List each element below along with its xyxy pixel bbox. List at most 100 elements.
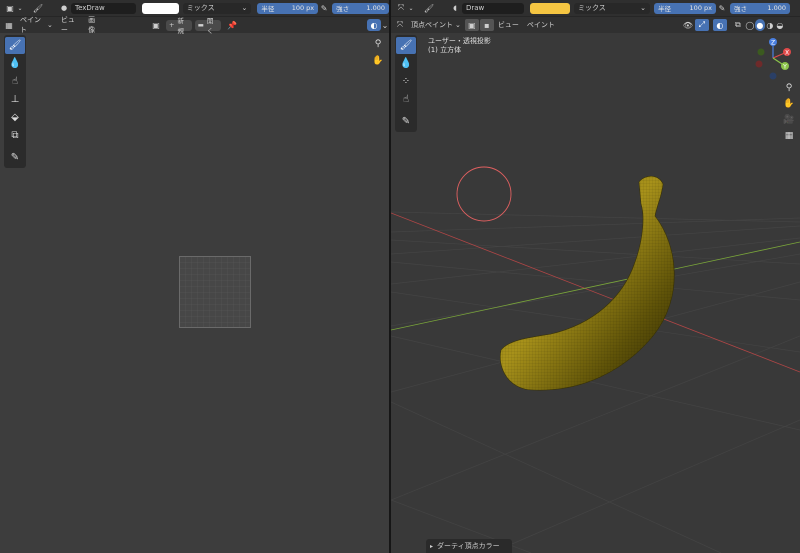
paint-brush-icon[interactable]: 🖌 xyxy=(422,2,436,14)
blend-mode-label: ミックス xyxy=(186,4,215,12)
rendered-shading-icon[interactable]: ◒ xyxy=(775,19,785,31)
tool-average[interactable]: ⁘ xyxy=(396,73,416,90)
menu-view[interactable]: ビュー xyxy=(57,16,84,34)
wireframe-shading-icon[interactable]: ◯ xyxy=(745,19,755,31)
mask-icon: ⧉ xyxy=(11,130,19,141)
mode-selector[interactable]: 頂点ペイント ⌄ xyxy=(407,19,465,31)
strength-value: 1.000 xyxy=(366,4,385,12)
gizmo-toggle-icon[interactable]: ⤢ xyxy=(694,19,709,31)
tool-annotate[interactable]: ✎ xyxy=(396,113,416,130)
chevron-down-icon[interactable]: ⌄ xyxy=(408,2,414,14)
gizmo-z-label: Z xyxy=(771,39,775,46)
editor-type-icon[interactable]: ▦ xyxy=(2,19,16,31)
blend-mode-dropdown[interactable]: ミックス ⌄ xyxy=(182,2,252,14)
mode-label: ペイント xyxy=(20,16,41,34)
gizmo-x-label: X xyxy=(785,49,789,56)
chevron-down-icon: ⌄ xyxy=(241,4,248,12)
blend-mode-dropdown[interactable]: ミックス ⌄ xyxy=(574,2,650,14)
banana-mesh[interactable] xyxy=(391,0,800,553)
right-editor-header: ⤧ 頂点ペイント ⌄ ▣ ▪ ビュー ペイント 👁 ⤢ ◐ ⧉ ◯ ● ◑ ◒ xyxy=(391,17,800,33)
drop-icon: 💧 xyxy=(8,58,22,69)
right-toolbar: 🖌 💧 ⁘ ☝ ✎ xyxy=(395,35,417,132)
menu-image[interactable]: 画像 xyxy=(84,16,105,34)
tool-blur[interactable]: 💧 xyxy=(396,55,416,72)
paint-mask-icon[interactable]: ▣ xyxy=(464,19,479,31)
radius-value: 100 px xyxy=(291,4,315,12)
folder-icon: ▬ xyxy=(197,21,204,29)
menu-paint[interactable]: ペイント xyxy=(523,19,559,31)
tool-annotate[interactable]: ✎ xyxy=(5,149,25,166)
open-image-label: 開く xyxy=(206,17,214,35)
radius-slider[interactable]: 半径 100 px xyxy=(654,2,716,14)
brush-color-swatch[interactable] xyxy=(530,2,570,14)
right-tool-settings-header: ⤧ ⌄ 🖌 ◖ Draw ミックス ⌄ 半径 100 px ✎ 強さ 1.000 xyxy=(391,0,800,17)
open-image-button[interactable]: ▬ 開く xyxy=(194,17,222,35)
xray-icon[interactable]: ⧉ xyxy=(731,19,745,31)
tool-soften[interactable]: 💧 xyxy=(5,55,25,72)
editor-type-icon[interactable]: ⤧ xyxy=(394,2,408,14)
annotate-icon: ✎ xyxy=(10,152,20,163)
material-shading-icon[interactable]: ◑ xyxy=(765,19,775,31)
chevron-down-icon: ⌄ xyxy=(640,4,646,12)
brush-browse-icon[interactable]: ● xyxy=(57,2,71,14)
image-canvas[interactable] xyxy=(179,256,251,328)
chevron-down-icon: ⌄ xyxy=(47,21,53,29)
navigation-gizmo[interactable]: Z X Y xyxy=(751,36,795,82)
stamp-icon: ⊥ xyxy=(10,94,20,105)
camera-icon[interactable]: 🎥 xyxy=(781,112,797,128)
paint-brush-icon[interactable]: 🖌 xyxy=(31,2,45,14)
image-editor-pane: ▣ ⌄ 🖌 ● TexDraw ミックス ⌄ 半径 100 px ✎ 強さ 1.… xyxy=(0,0,389,553)
tool-mask[interactable]: ⧉ xyxy=(5,127,25,144)
average-icon: ⁘ xyxy=(401,76,411,87)
last-operation-panel[interactable]: ▸ ダーティ頂点カラー xyxy=(426,539,512,553)
tool-smear[interactable]: ☝ xyxy=(5,73,25,90)
hand-pan-icon[interactable]: ✋ xyxy=(781,96,797,112)
editor-type-icon[interactable]: ▣ xyxy=(3,2,17,14)
gizmo-y-label: Y xyxy=(782,63,787,70)
overlay-icon[interactable]: ◐ xyxy=(367,19,382,31)
strength-slider[interactable]: 強さ 1.000 xyxy=(730,2,790,14)
radius-label: 半径 xyxy=(261,5,275,13)
hand-pan-icon[interactable]: ✋ xyxy=(370,53,386,69)
chevron-down-icon[interactable]: ⌄ xyxy=(17,2,23,14)
mode-label: 頂点ペイント xyxy=(411,21,453,29)
strength-slider[interactable]: 強さ 1.000 xyxy=(332,2,389,14)
brush-browse-icon[interactable]: ◖ xyxy=(448,2,462,14)
3d-viewport-pane: ⤧ ⌄ 🖌 ◖ Draw ミックス ⌄ 半径 100 px ✎ 強さ 1.000… xyxy=(391,0,800,553)
tool-draw[interactable]: 🖌 xyxy=(5,37,25,54)
pressure-icon[interactable]: ✎ xyxy=(318,2,330,14)
strength-label: 強さ xyxy=(336,5,350,13)
tool-clone[interactable]: ⊥ xyxy=(5,91,25,108)
tool-smear[interactable]: ☝ xyxy=(396,91,416,108)
smear-icon: ☝ xyxy=(11,76,19,87)
vertex-select-icon[interactable]: ▪ xyxy=(479,19,494,31)
left-tool-settings-header: ▣ ⌄ 🖌 ● TexDraw ミックス ⌄ 半径 100 px ✎ 強さ 1.… xyxy=(0,0,389,17)
image-browse-icon[interactable]: ▣ xyxy=(149,19,163,31)
menu-view[interactable]: ビュー xyxy=(494,19,523,31)
radius-slider[interactable]: 半径 100 px xyxy=(257,2,319,14)
chevron-down-icon[interactable]: ⌄ xyxy=(381,19,389,31)
chevron-right-icon: ▸ xyxy=(430,542,434,550)
brush-icon: 🖌 xyxy=(8,40,22,51)
pin-icon[interactable]: 📌 xyxy=(225,19,239,31)
new-image-button[interactable]: + 新規 xyxy=(166,17,192,35)
solid-shading-icon[interactable]: ● xyxy=(754,19,765,31)
zoom-icon[interactable]: ⚲ xyxy=(370,36,386,52)
pane-divider[interactable] xyxy=(389,0,391,553)
blend-mode-label: ミックス xyxy=(578,4,606,12)
brush-color-swatch[interactable] xyxy=(141,2,179,14)
left-editor-header: ▦ ペイント ⌄ ビュー 画像 ▣ + 新規 ▬ 開く 📌 ◐ ⌄ xyxy=(0,16,389,35)
pressure-icon[interactable]: ✎ xyxy=(716,2,728,14)
brush-name-field[interactable]: Draw xyxy=(462,2,524,14)
overlay-icon[interactable]: ◐ xyxy=(712,19,727,31)
brush-name-field[interactable]: TexDraw xyxy=(71,2,136,14)
zoom-icon[interactable]: ⚲ xyxy=(781,80,797,96)
mode-selector[interactable]: ペイント ⌄ xyxy=(16,16,57,34)
grid-perspective-icon[interactable]: ▦ xyxy=(781,128,797,144)
editor-type-icon[interactable]: ⤧ xyxy=(393,19,407,31)
brush-icon: 🖌 xyxy=(399,40,413,51)
visibility-icon[interactable]: 👁 xyxy=(681,19,695,31)
tool-draw[interactable]: 🖌 xyxy=(396,37,416,54)
bucket-icon: ⬙ xyxy=(11,112,19,123)
tool-fill[interactable]: ⬙ xyxy=(5,109,25,126)
